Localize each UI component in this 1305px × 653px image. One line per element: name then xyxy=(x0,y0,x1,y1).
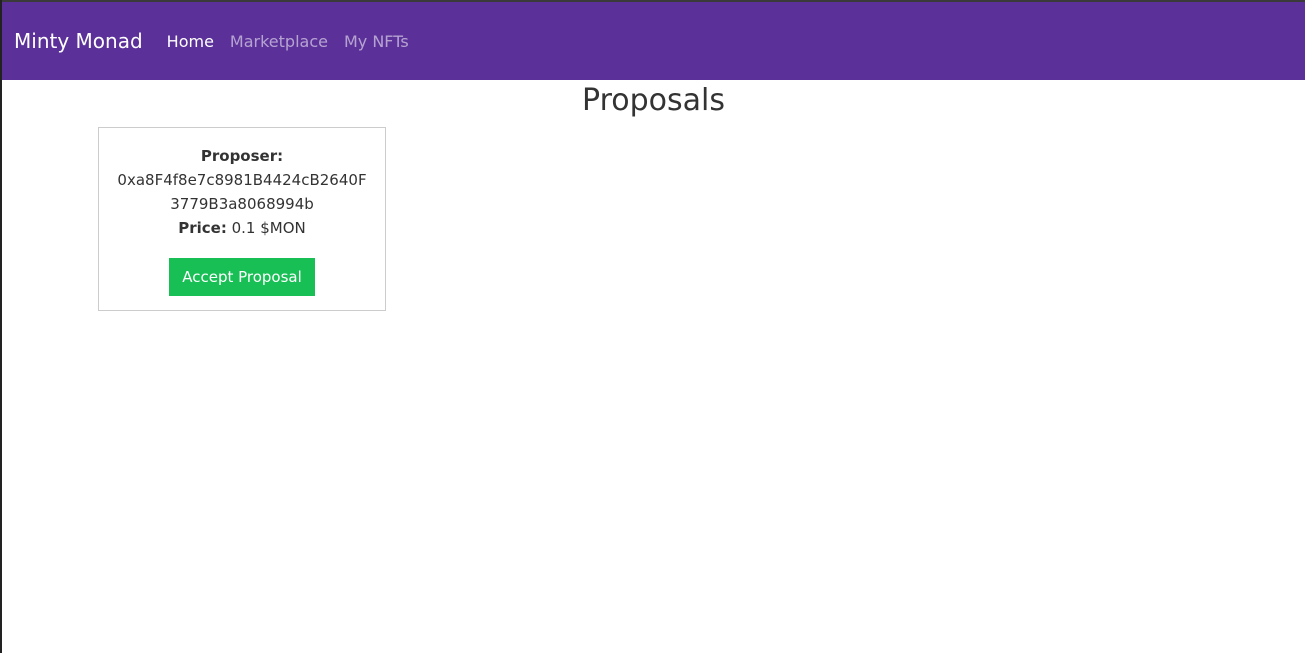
nav-link-home[interactable]: Home xyxy=(167,32,214,51)
proposal-card: Proposer: 0xa8F4f8e7c8981B4424cB2640F377… xyxy=(98,127,386,311)
nav-link-my-nfts[interactable]: My NFTs xyxy=(344,32,409,51)
proposer-address: 0xa8F4f8e7c8981B4424cB2640F3779B3a806899… xyxy=(117,171,367,213)
brand-link[interactable]: Minty Monad xyxy=(14,29,143,53)
app-page: Minty Monad Home Marketplace My NFTs Pro… xyxy=(0,0,1305,653)
navbar: Minty Monad Home Marketplace My NFTs xyxy=(2,2,1305,80)
accept-proposal-button[interactable]: Accept Proposal xyxy=(169,258,315,296)
proposer-label: Proposer: xyxy=(200,147,284,165)
price-label: Price: xyxy=(178,219,227,237)
nav-links: Home Marketplace My NFTs xyxy=(167,32,425,51)
nav-link-marketplace[interactable]: Marketplace xyxy=(230,32,328,51)
price-value: 0.1 $MON xyxy=(226,219,306,237)
price-line: Price: 0.1 $MON xyxy=(99,216,385,240)
page-title: Proposals xyxy=(582,83,725,118)
